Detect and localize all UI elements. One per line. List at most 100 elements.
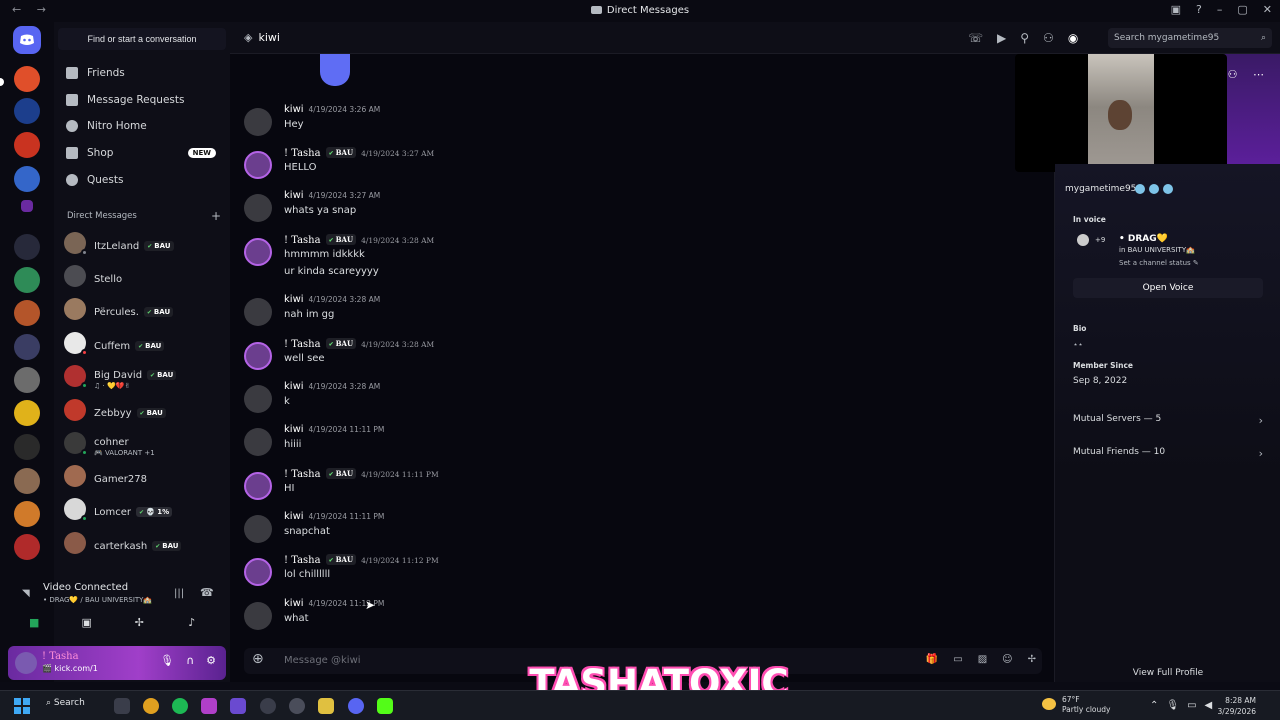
app-icon[interactable] — [260, 698, 276, 714]
server-icon[interactable] — [14, 468, 40, 494]
server-icon[interactable] — [14, 501, 40, 527]
close-button[interactable]: ✕ — [1263, 3, 1272, 16]
unread-pill — [0, 78, 4, 86]
chevron-up-icon[interactable]: ⌃ — [1150, 700, 1158, 711]
message[interactable]: kiwi 4/19/2024 3:28 AM k — [244, 381, 744, 421]
nav-shop[interactable]: Shop NEW — [66, 142, 226, 164]
sticker-icon[interactable]: ▨ — [978, 654, 987, 665]
task-view-icon[interactable] — [114, 698, 130, 714]
message[interactable]: ! TashaBAU4/19/2024 3:28 AMhmmmm idkkkku… — [244, 234, 744, 292]
nav-friends[interactable]: Friends — [66, 62, 226, 84]
chrome-icon[interactable] — [143, 698, 159, 714]
apps-icon[interactable]: ✢ — [1028, 654, 1036, 665]
server-icon[interactable] — [14, 300, 40, 326]
maximize-button[interactable]: ▢ — [1237, 3, 1247, 16]
server-icon[interactable] — [14, 367, 40, 393]
attach-icon[interactable]: ⊕ — [252, 651, 264, 667]
soundboard-button[interactable]: ♪ — [170, 614, 214, 632]
voice-status[interactable]: Video Connected — [43, 582, 128, 593]
server-icon[interactable] — [14, 132, 40, 158]
webcam-feed — [1088, 54, 1154, 172]
dm-item[interactable]: Stello — [64, 261, 224, 291]
avatar[interactable] — [15, 652, 37, 674]
headset-icon[interactable]: ∩ — [186, 654, 194, 667]
nav-nitro-home[interactable]: Nitro Home — [66, 115, 226, 137]
taskbar-search[interactable]: ⌕ Search — [46, 698, 85, 708]
noise-suppression-icon[interactable]: ||| — [174, 588, 184, 599]
message[interactable]: kiwi 4/19/2024 3:27 AM whats ya snap — [244, 190, 744, 230]
message[interactable]: kiwi 4/19/2024 11:11 PM snapchat — [244, 511, 744, 551]
open-voice-button[interactable]: Open Voice — [1073, 278, 1263, 298]
windows-start-icon[interactable] — [14, 698, 30, 714]
find-conversation-button[interactable]: Find or start a conversation — [58, 28, 226, 50]
message[interactable]: ! TashaBAU4/19/2024 11:11 PMHI — [244, 468, 744, 508]
spotify-icon[interactable] — [172, 698, 188, 714]
mutual-friends-button[interactable]: Mutual Friends — 10 › — [1073, 447, 1263, 467]
dm-item[interactable]: Lomcer💀 1% — [64, 494, 224, 524]
message[interactable]: kiwi 4/19/2024 3:28 AM nah im gg — [244, 294, 744, 334]
gift-icon[interactable]: 🎁 — [926, 654, 938, 665]
nav-quests[interactable]: Quests — [66, 169, 226, 191]
server-icon[interactable] — [14, 334, 40, 360]
video-call-icon[interactable]: ▶ — [997, 31, 1006, 45]
microphone-icon[interactable]: 🎙 — [160, 654, 174, 667]
help-icon[interactable]: ? — [1196, 3, 1202, 16]
activity-button[interactable]: ✢ — [117, 614, 161, 632]
minimize-button[interactable]: – — [1217, 3, 1223, 16]
server-icon[interactable] — [14, 166, 40, 192]
mutual-servers-button[interactable]: Mutual Servers — 5 › — [1073, 414, 1263, 434]
folder-icon[interactable] — [21, 200, 33, 212]
server-icon[interactable] — [14, 267, 40, 293]
disconnect-icon[interactable]: ☎ — [200, 586, 214, 599]
add-friends-icon[interactable]: ⚇ — [1043, 31, 1054, 45]
mic-tray-icon[interactable]: 🎙 — [1166, 700, 1179, 711]
app-icon[interactable] — [230, 698, 246, 714]
kick-icon[interactable] — [377, 698, 393, 714]
clock[interactable]: 8:28 AM 3/29/2026 — [1218, 695, 1256, 717]
dm-item[interactable]: Gamer278 — [64, 461, 224, 491]
settings-icon[interactable]: ⚙ — [206, 654, 216, 667]
create-dm-icon[interactable]: + — [211, 209, 221, 223]
search-input[interactable]: Search mygametime95 — [1108, 28, 1272, 48]
screenshare-button[interactable]: ▣ — [65, 614, 109, 632]
message[interactable]: kiwi 4/19/2024 11:12 PM what — [244, 598, 744, 638]
server-icon[interactable] — [14, 534, 40, 560]
camera-button[interactable]: ■ — [12, 614, 56, 632]
server-icon[interactable] — [14, 434, 40, 460]
dm-item[interactable]: cohner 🎮 VALORANT +1 — [64, 428, 224, 458]
call-icon[interactable]: ☏ — [968, 31, 983, 45]
gif-icon[interactable]: ▭ — [953, 654, 962, 665]
view-full-profile-button[interactable]: View Full Profile — [1055, 668, 1280, 678]
message[interactable]: ! TashaBAU4/19/2024 3:28 AMwell see — [244, 338, 744, 378]
notes-icon[interactable] — [318, 698, 334, 714]
dm-item[interactable]: ZebbyyBAU — [64, 395, 224, 425]
server-icon[interactable] — [14, 98, 40, 124]
server-icon[interactable] — [14, 400, 40, 426]
dm-item[interactable]: Big DavidBAU♫ · 💛💔✌ — [64, 361, 224, 391]
chevron-right-icon: › — [1258, 447, 1263, 460]
obs-icon[interactable] — [289, 698, 305, 714]
discord-home-button[interactable] — [13, 26, 41, 54]
message[interactable]: ! TashaBAU4/19/2024 3:27 AMHELLO — [244, 147, 744, 187]
emoji-icon[interactable]: ☺ — [1002, 654, 1012, 665]
message[interactable]: kiwi 4/19/2024 3:26 AM Hey — [244, 104, 744, 144]
pin-icon[interactable]: ⚲ — [1020, 31, 1029, 45]
server-icon[interactable] — [14, 66, 40, 92]
dm-item[interactable]: Përcules.BAU — [64, 294, 224, 324]
nav-message-requests[interactable]: Message Requests — [66, 89, 226, 111]
discord-taskbar-icon[interactable] — [348, 698, 364, 714]
message[interactable]: kiwi 4/19/2024 11:11 PM hiiii — [244, 424, 744, 464]
dm-item[interactable]: ItzLelandBAU — [64, 228, 224, 258]
app-icon[interactable] — [201, 698, 217, 714]
server-icon[interactable] — [14, 234, 40, 260]
network-icon[interactable]: ▭ — [1187, 700, 1196, 711]
volume-icon[interactable]: ◀ — [1205, 700, 1213, 711]
inbox-icon[interactable]: ▣ — [1171, 3, 1181, 16]
profile-icon[interactable]: ◉ — [1068, 31, 1078, 45]
profile-actions[interactable]: ⚇ ⋯ — [1228, 68, 1270, 81]
dm-item[interactable]: CuffemBAU — [64, 328, 224, 358]
voice-channel[interactable]: • DRAG💛 / BAU UNIVERSITY🏫 — [43, 596, 152, 604]
message[interactable]: ! TashaBAU4/19/2024 11:12 PMlol chilllll… — [244, 554, 744, 594]
video-preview[interactable] — [1015, 54, 1227, 172]
dm-item[interactable]: carterkashBAU — [64, 528, 224, 558]
